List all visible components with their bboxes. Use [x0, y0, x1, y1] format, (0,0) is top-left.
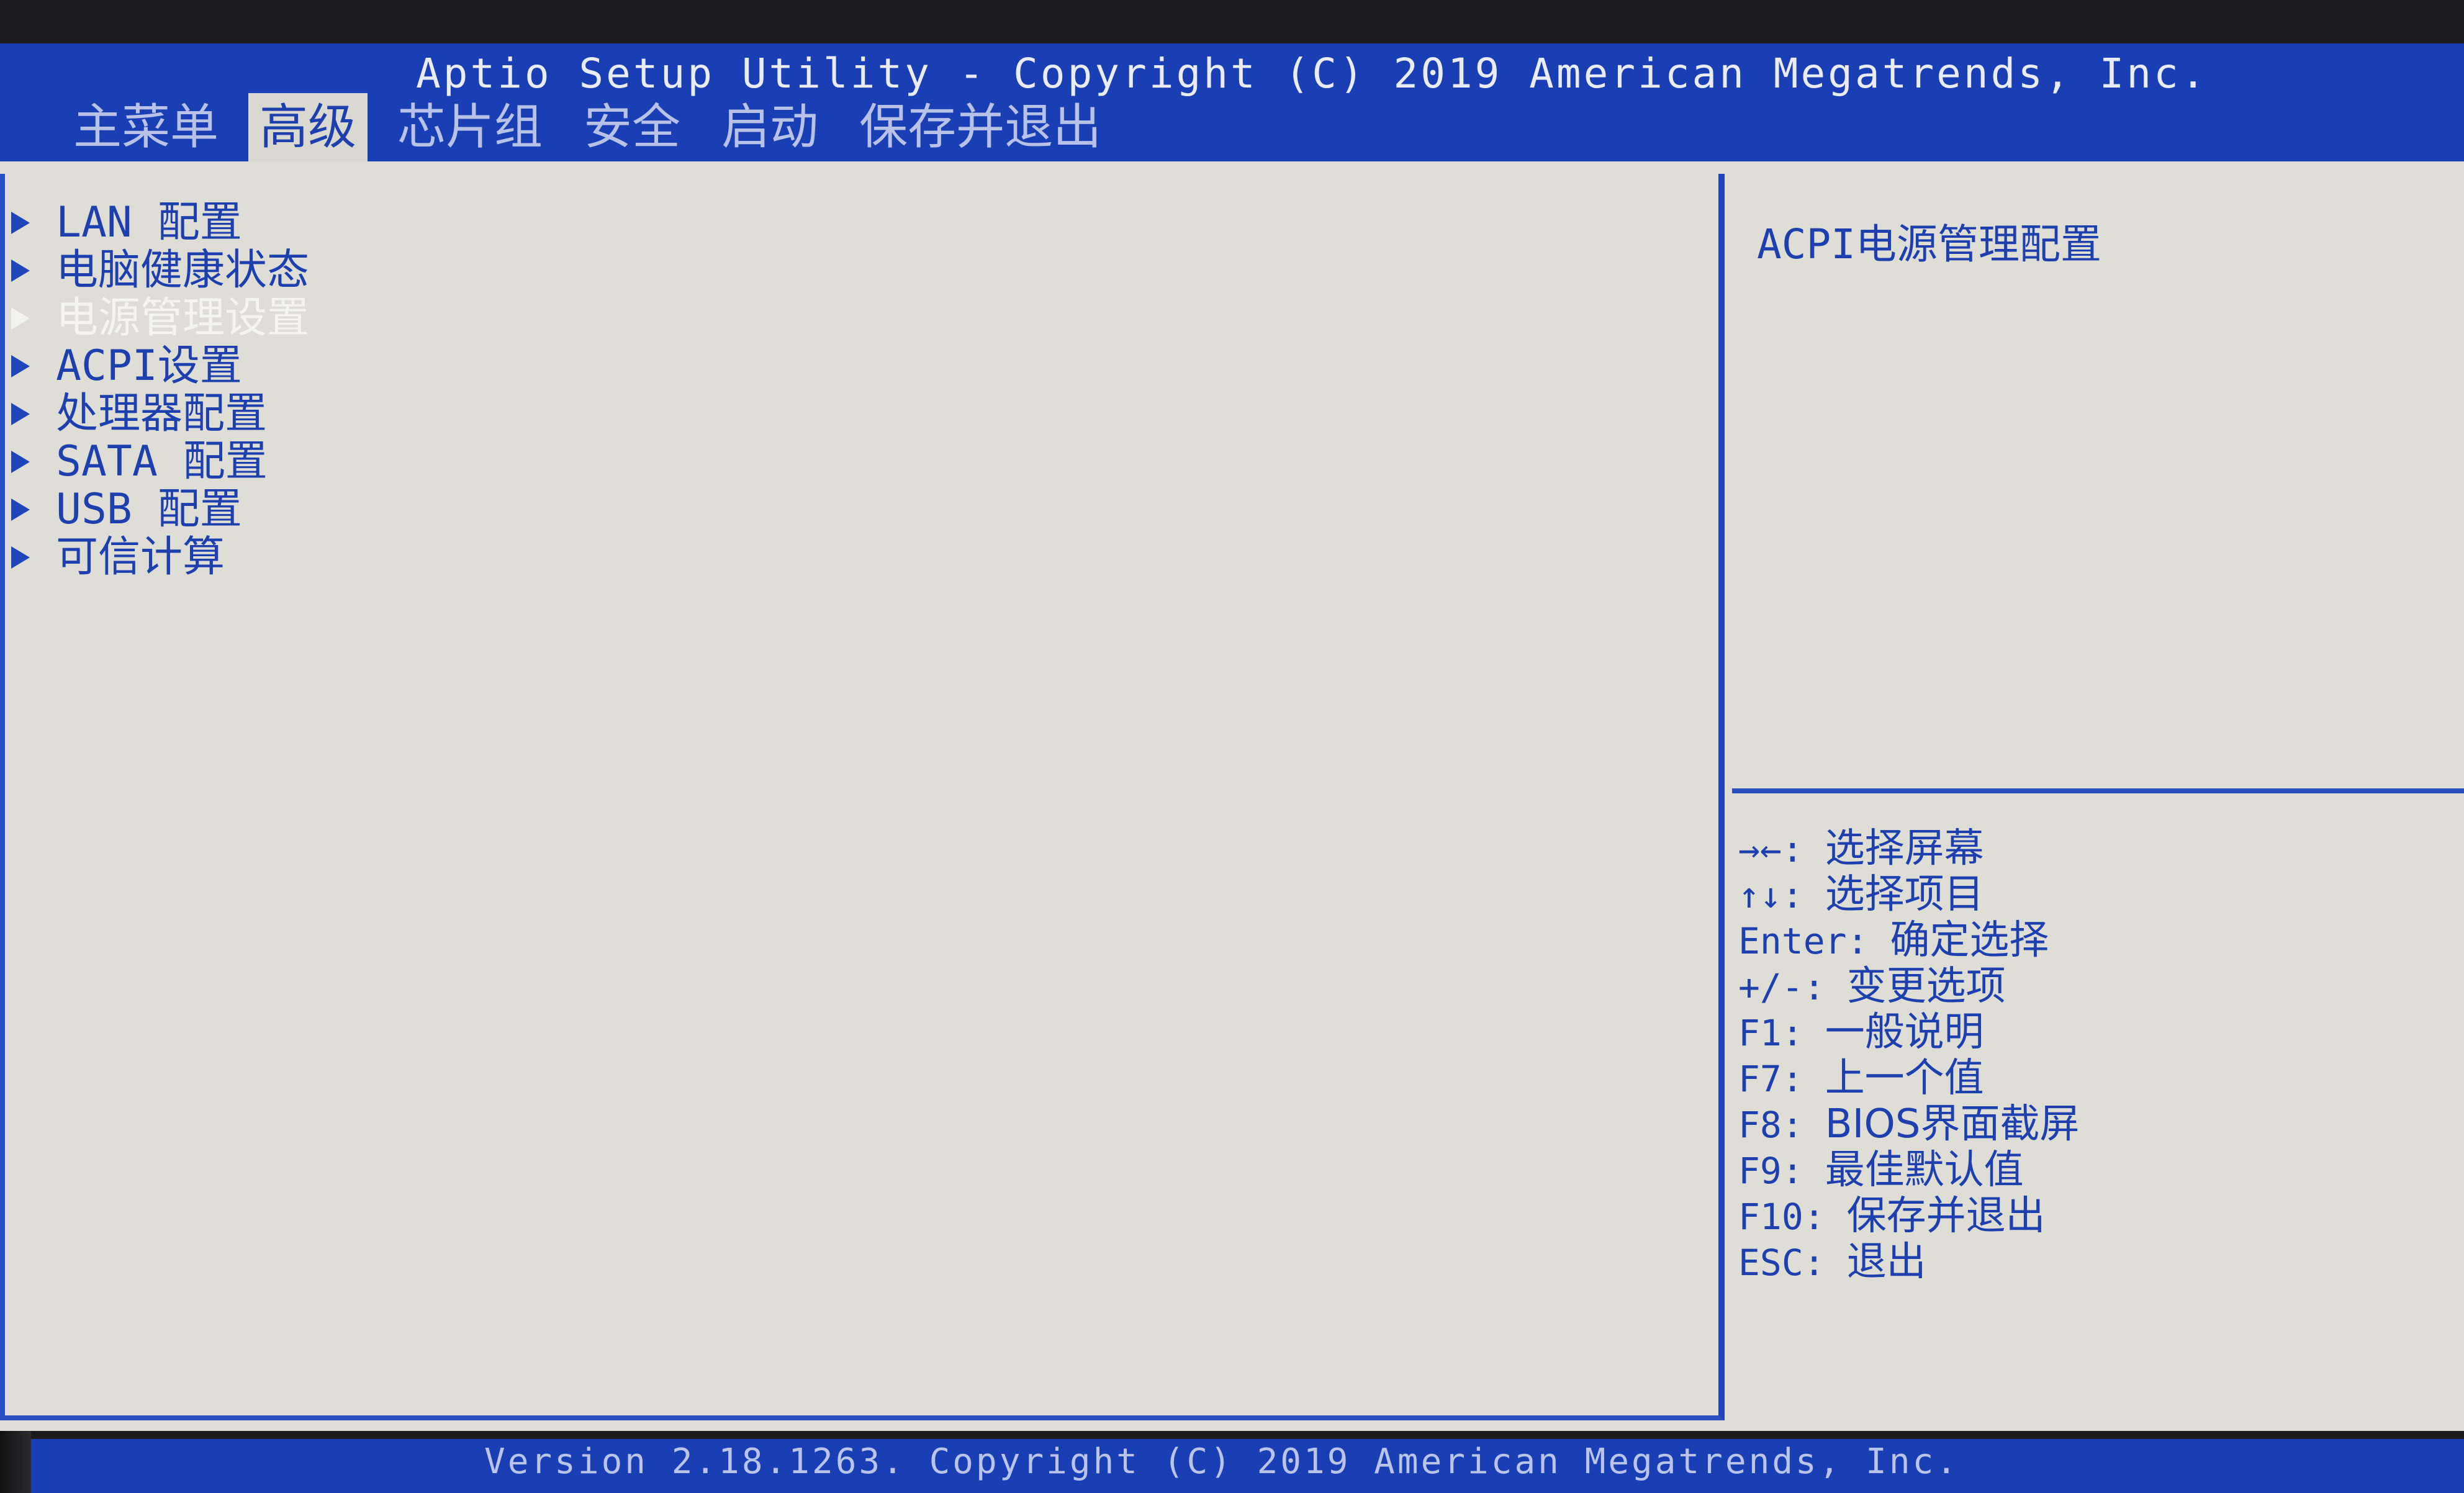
menu-item-cpu[interactable]: 处理器配置 [5, 390, 309, 438]
key-desc: 选择屏幕 [1825, 826, 1984, 872]
submenu-arrow-icon [11, 546, 30, 569]
key-desc: 一般说明 [1825, 1009, 1984, 1055]
key-desc: 选择项目 [1825, 872, 1984, 918]
key-hint-f8: F8: BIOS界面截屏 [1738, 1101, 2079, 1147]
menu-item-usb[interactable]: USB 配置 [5, 485, 309, 533]
submenu-arrow-icon [11, 498, 30, 521]
key-hint-f9: F9: 最佳默认值 [1738, 1147, 2079, 1193]
key-name: ESC: [1738, 1242, 1825, 1284]
menu-item-label: 电脑健康状态 [56, 246, 310, 295]
item-help-text: ACPI电源管理配置 [1757, 220, 2101, 268]
tab-advanced[interactable]: 高级 [248, 93, 368, 161]
settings-pane: LAN 配置 电脑健康状态 电源管理设置 ACPI设置 处理器配置 SATA 配… [0, 174, 1725, 1420]
key-hint-f10: F10: 保存并退出 [1738, 1193, 2079, 1239]
help-pane: ACPI电源管理配置 →←: 选择屏幕 ↑↓: 选择项目 Enter: 确定选择… [1732, 180, 2464, 1422]
submenu-arrow-icon [11, 450, 30, 473]
submenu-arrow-icon [11, 211, 30, 234]
key-name: F10: [1738, 1196, 1825, 1238]
key-hint-esc: ESC: 退出 [1738, 1239, 2079, 1285]
submenu-arrow-icon [11, 354, 30, 377]
help-divider [1732, 788, 2464, 793]
key-legend: →←: 选择屏幕 ↑↓: 选择项目 Enter: 确定选择 +/-: 变更选项 … [1738, 826, 2079, 1285]
key-desc: 保存并退出 [1846, 1193, 2046, 1239]
advanced-menu: LAN 配置 电脑健康状态 电源管理设置 ACPI设置 处理器配置 SATA 配… [5, 199, 309, 581]
menu-item-acpi[interactable]: ACPI设置 [5, 342, 309, 390]
key-hint-select-screen: →←: 选择屏幕 [1738, 826, 2079, 872]
menu-item-label: ACPI设置 [56, 341, 242, 390]
menu-item-lan[interactable]: LAN 配置 [5, 199, 309, 246]
key-hint-select-item: ↑↓: 选择项目 [1738, 872, 2079, 918]
key-hint-enter: Enter: 确定选择 [1738, 918, 2079, 963]
bios-screen: Aptio Setup Utility - Copyright (C) 2019… [0, 0, 2464, 1493]
menu-item-label: USB 配置 [56, 485, 242, 534]
key-hint-change-option: +/-: 变更选项 [1738, 963, 2079, 1009]
key-name: Enter: [1738, 920, 1869, 962]
main-area: LAN 配置 电脑健康状态 电源管理设置 ACPI设置 处理器配置 SATA 配… [0, 161, 2464, 1431]
tab-boot[interactable]: 启动 [710, 93, 829, 161]
menu-item-label: LAN 配置 [56, 198, 242, 247]
key-name: F8: [1738, 1104, 1803, 1146]
tab-security[interactable]: 安全 [572, 93, 692, 161]
menu-item-trusted-computing[interactable]: 可信计算 [5, 533, 309, 581]
key-desc: BIOS界面截屏 [1825, 1101, 2080, 1147]
tab-bar: 主菜单 高级 芯片组 安全 启动 保存并退出 [62, 93, 1131, 161]
tab-main[interactable]: 主菜单 [62, 93, 230, 161]
key-desc: 上一个值 [1825, 1055, 1984, 1101]
menu-item-sata[interactable]: SATA 配置 [5, 438, 309, 485]
key-name: +/-: [1738, 966, 1825, 1008]
menu-item-label: 电源管理设置 [56, 294, 310, 343]
key-name: F9: [1738, 1150, 1803, 1192]
key-hint-f1: F1: 一般说明 [1738, 1009, 2079, 1055]
menu-item-label: SATA 配置 [56, 437, 268, 486]
tab-save-exit[interactable]: 保存并退出 [848, 93, 1112, 161]
key-name: ↑↓: [1738, 874, 1803, 916]
submenu-arrow-icon [11, 259, 30, 282]
tab-chipset[interactable]: 芯片组 [386, 93, 554, 161]
menu-item-label: 处理器配置 [56, 389, 268, 438]
key-desc: 退出 [1846, 1239, 1926, 1285]
submenu-arrow-icon [11, 307, 30, 330]
key-name: →←: [1738, 828, 1803, 870]
menu-item-pc-health[interactable]: 电脑健康状态 [5, 246, 309, 294]
key-hint-f7: F7: 上一个值 [1738, 1055, 2079, 1101]
menu-item-power-management[interactable]: 电源管理设置 [5, 294, 309, 342]
version-text: Version 2.18.1263. Copyright (C) 2019 Am… [484, 1441, 1960, 1482]
key-desc: 最佳默认值 [1825, 1147, 2024, 1193]
menu-item-label: 可信计算 [56, 533, 225, 582]
footer-bar: Version 2.18.1263. Copyright (C) 2019 Am… [31, 1439, 2464, 1493]
key-desc: 确定选择 [1890, 918, 2049, 963]
key-name: F7: [1738, 1058, 1803, 1100]
submenu-arrow-icon [11, 402, 30, 425]
utility-title: Aptio Setup Utility - Copyright (C) 2019… [416, 50, 2208, 97]
key-desc: 变更选项 [1846, 963, 2006, 1009]
header-bar: Aptio Setup Utility - Copyright (C) 2019… [0, 43, 2464, 161]
key-name: F1: [1738, 1012, 1803, 1054]
